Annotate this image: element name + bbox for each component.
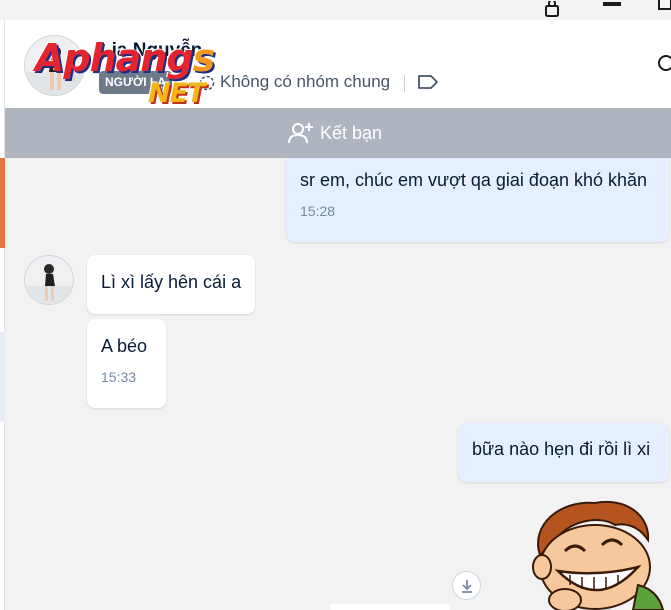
laughing-boy-sticker[interactable] xyxy=(520,495,671,610)
message-bubble[interactable]: bữa nào hẹn đi rồi lì xi xyxy=(458,423,669,482)
lock-icon[interactable] xyxy=(543,0,561,22)
add-friend-button[interactable]: Kết bạn xyxy=(5,108,671,158)
message-text: A béo xyxy=(101,336,148,356)
conversation-list-accent xyxy=(0,158,5,248)
message-bubble[interactable]: sr em, chúc em vượt qa giai đoạn khó khă… xyxy=(286,158,669,242)
chat-header: Lia Nguyễn NGƯỜI LẠ Không có nhóm chung … xyxy=(5,20,671,109)
conversation-list-selection xyxy=(0,332,5,422)
watermark-text-main: Aphang xyxy=(35,36,194,80)
sender-avatar[interactable] xyxy=(24,255,74,305)
add-friend-label: Kết bạn xyxy=(319,122,383,143)
message-text: Lì xì lấy hên cái a xyxy=(101,272,242,292)
message-time: 15:28 xyxy=(300,203,336,219)
message-text: bữa nào hẹn đi rồi lì xi xyxy=(472,439,651,459)
tag-icon[interactable] xyxy=(417,74,439,95)
new-message-hint xyxy=(330,604,450,610)
watermark-text-accent: s xyxy=(192,36,216,80)
search-icon[interactable] xyxy=(656,53,671,80)
window-titlebar xyxy=(0,0,671,20)
message-bubble[interactable]: Lì xì lấy hên cái a xyxy=(87,255,255,314)
download-icon[interactable] xyxy=(452,571,481,600)
message-time: 15:33 xyxy=(101,369,137,385)
message-bubble[interactable]: A béo 15:33 xyxy=(87,319,166,408)
watermark-text-net: NET xyxy=(148,78,205,109)
minimize-icon[interactable] xyxy=(603,2,621,6)
add-user-icon xyxy=(287,121,314,145)
common-group-info[interactable]: Không có nhóm chung xyxy=(220,72,390,92)
header-divider xyxy=(404,75,405,92)
watermark-logo: Aphangs NET xyxy=(35,36,245,116)
message-text: sr em, chúc em vượt qa giai đoạn khó khă… xyxy=(300,170,648,190)
maximize-icon[interactable] xyxy=(658,0,671,10)
